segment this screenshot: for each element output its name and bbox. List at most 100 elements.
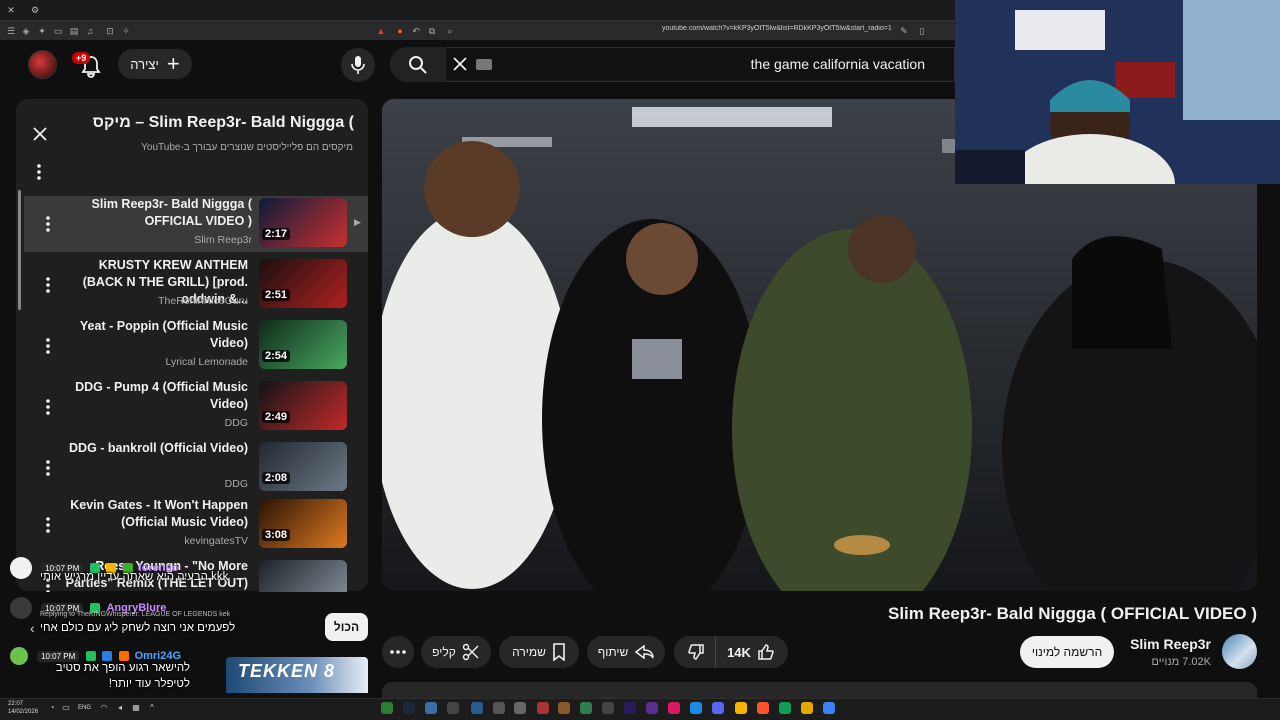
battery-icon[interactable]: ▭ xyxy=(62,704,70,712)
tool-icon[interactable] xyxy=(425,702,437,714)
channel-avatar[interactable] xyxy=(1222,634,1257,669)
crypto-icon[interactable] xyxy=(471,702,483,714)
dislike-button[interactable] xyxy=(676,636,716,668)
play-icon: ▶ xyxy=(354,217,361,227)
more-vert-icon[interactable] xyxy=(34,162,44,182)
save-label: שמירה xyxy=(512,645,546,659)
create-button[interactable]: יצירה + xyxy=(118,49,192,79)
warning-icon[interactable]: ▲ xyxy=(375,25,387,37)
chrome-icon[interactable] xyxy=(735,702,747,714)
clear-search-button[interactable] xyxy=(450,54,470,74)
thumbs-down-icon xyxy=(687,644,704,660)
more-vert-icon[interactable] xyxy=(44,397,52,417)
clock-time: 22:07 xyxy=(8,701,24,707)
playlist-item[interactable]: DDG - bankroll (Official Video) DDG 2:08 xyxy=(24,440,364,496)
avatar[interactable] xyxy=(28,50,57,79)
duration-badge: 2:49 xyxy=(262,411,291,423)
photos-icon[interactable] xyxy=(690,702,702,714)
more-vert-icon[interactable] xyxy=(44,458,52,478)
edit-icon[interactable] xyxy=(646,702,658,714)
playlist-item-channel: Slim Reep3r xyxy=(194,234,252,246)
chat-avatar xyxy=(10,597,32,619)
brave-icon[interactable] xyxy=(757,702,769,714)
playlist-scrollbar[interactable] xyxy=(18,190,21,310)
record-icon[interactable] xyxy=(447,702,459,714)
duration-badge: 2:54 xyxy=(262,350,291,362)
more-vert-icon[interactable] xyxy=(44,515,52,535)
playlist-item[interactable]: KRUSTY KREW ANTHEM (BACK N THE GRILL) [p… xyxy=(24,257,364,313)
chip-all[interactable]: הכול xyxy=(325,613,368,641)
subscribe-button[interactable]: הרשמה למינוי xyxy=(1020,636,1114,668)
chatgpt-icon[interactable] xyxy=(602,702,614,714)
star-icon[interactable] xyxy=(580,702,592,714)
chat-text: kkk הבעיה היא שאתה עדיין מרגיש אותי xyxy=(40,571,229,583)
premiere-icon[interactable] xyxy=(624,702,636,714)
scissors-icon xyxy=(462,643,479,661)
close-icon xyxy=(453,57,467,71)
extension-icon[interactable]: ✦ xyxy=(36,25,48,37)
language-indicator[interactable]: ENG xyxy=(78,705,91,711)
more-actions-button[interactable] xyxy=(382,636,414,668)
folder-icon[interactable] xyxy=(801,702,813,714)
clock-date: 14/02/2026 xyxy=(8,709,39,715)
search-icon xyxy=(409,55,427,74)
playlist-item-title: Slim Reep3r- Bald Niggga ( OFFICIAL VIDE… xyxy=(91,197,252,228)
more-vert-icon[interactable] xyxy=(44,336,52,356)
play-icon[interactable] xyxy=(381,702,393,714)
shield-icon[interactable]: ◈ xyxy=(20,25,32,37)
voice-search-button[interactable] xyxy=(341,48,375,82)
channel-name[interactable]: Slim Reep3r xyxy=(1130,636,1211,652)
chat-icon[interactable]: ▤ xyxy=(68,25,80,37)
url-text[interactable]: youtube.com/watch?v=kKP3yOtT5lw&list=RDk… xyxy=(662,25,892,32)
game-thumbnail[interactable]: TEKKEN 8 xyxy=(226,657,368,693)
copy-icon[interactable]: ⧉ xyxy=(426,25,438,37)
bookmark-icon[interactable]: ▯ xyxy=(916,25,928,37)
search-button[interactable] xyxy=(390,47,446,82)
edge-icon[interactable] xyxy=(779,702,791,714)
screenshot-icon[interactable]: ⊡ xyxy=(104,25,116,37)
music-icon[interactable] xyxy=(668,702,680,714)
back-icon[interactable]: ↶ xyxy=(410,25,422,37)
bell-icon[interactable]: ◔ xyxy=(48,704,56,712)
like-button[interactable]: 14K xyxy=(714,636,788,668)
playlist-item[interactable]: Slim Reep3r- Bald Niggga ( OFFICIAL VIDE… xyxy=(24,196,368,252)
close-icon[interactable]: ✕ xyxy=(6,5,16,15)
settings-icon[interactable]: ⚙ xyxy=(30,5,40,15)
clock[interactable]: 22:07 14/02/2026 xyxy=(8,700,38,716)
network-icon[interactable]: ▦ xyxy=(132,704,140,712)
menu-icon[interactable]: ☰ xyxy=(5,25,17,37)
discord-icon[interactable] xyxy=(712,702,724,714)
address-bar[interactable]: ☰ ◈ ✦ ▭ ▤ ♫ ⊡ ✧ ▲ ● ↶ ⧉ ⌕ youtube.com/wa… xyxy=(0,20,955,40)
edit-icon[interactable]: ✎ xyxy=(898,25,910,37)
app-icon[interactable] xyxy=(537,702,549,714)
close-playlist-button[interactable] xyxy=(30,124,50,144)
chevron-up-icon[interactable]: ^ xyxy=(148,704,156,712)
more-vert-icon[interactable] xyxy=(44,214,52,234)
steam-icon[interactable] xyxy=(403,702,415,714)
clip-button[interactable]: קליפ xyxy=(421,636,491,668)
save-button[interactable]: שמירה xyxy=(499,636,579,668)
like-count: 14K xyxy=(727,644,751,660)
share-button[interactable]: שיתוף xyxy=(587,636,665,668)
video-thumbnail[interactable] xyxy=(259,560,347,592)
cards-icon[interactable] xyxy=(558,702,570,714)
windows-icon[interactable] xyxy=(823,702,835,714)
brave-icon[interactable]: ● xyxy=(394,25,406,37)
playlist-item[interactable]: Yeat - Poppin (Official Music Video) Lyri… xyxy=(24,318,364,374)
more-vert-icon[interactable] xyxy=(44,275,52,295)
terminal-icon[interactable] xyxy=(514,702,526,714)
wifi-icon[interactable]: ◠ xyxy=(100,704,108,712)
keyboard-icon[interactable] xyxy=(476,59,492,70)
music-icon[interactable]: ♫ xyxy=(84,25,96,37)
playlist-item[interactable]: Kevin Gates - It Won't Happen (Official … xyxy=(24,497,364,553)
window-icon[interactable]: ▭ xyxy=(52,25,64,37)
duration-badge: 2:08 xyxy=(262,472,291,484)
puzzle-icon[interactable]: ✧ xyxy=(120,25,132,37)
search-icon[interactable]: ⌕ xyxy=(444,25,456,37)
bookmark-icon xyxy=(553,643,565,661)
code-icon[interactable] xyxy=(493,702,505,714)
volume-icon[interactable]: ◂ xyxy=(116,704,124,712)
chevron-left-icon[interactable]: ‹ xyxy=(30,620,35,636)
search-input[interactable]: the game california vacation xyxy=(751,56,925,72)
playlist-item[interactable]: DDG - Pump 4 (Official Music Video) DDG 2:… xyxy=(24,379,364,435)
